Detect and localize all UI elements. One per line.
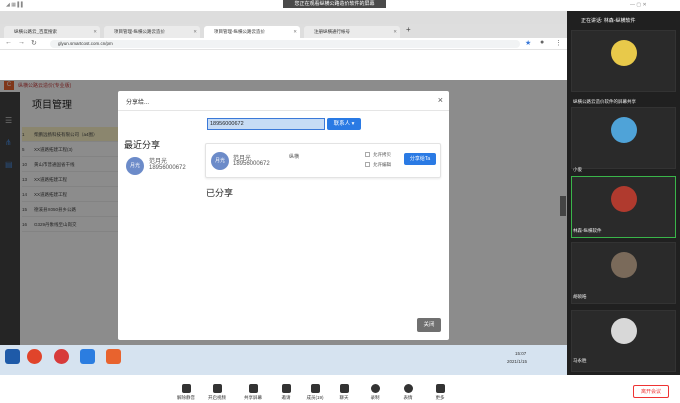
avatar[interactable]: 月光 <box>126 157 144 175</box>
allow-edit-checkbox[interactable] <box>365 162 370 167</box>
browser-tab-active[interactable]: 项目管理-纵横公路云造价 ✕ <box>204 26 300 38</box>
address-bar: ← → ↻ glyun.smartcost.com.cn/pm ★ ● ⋮ <box>0 38 567 50</box>
avatar <box>611 40 637 66</box>
chat-button[interactable]: 聊天 <box>329 384 359 401</box>
contacts-dropdown-button[interactable]: 联系人 ▾ <box>327 118 361 130</box>
dialog-title: 分享给... <box>126 100 150 106</box>
start-icon[interactable] <box>5 349 20 364</box>
close-icon[interactable]: ✕ <box>393 26 397 38</box>
tile-caption: 马永胜 <box>573 358 587 363</box>
more-icon <box>435 384 445 393</box>
new-tab-icon[interactable]: + <box>406 25 411 34</box>
members-button[interactable]: 成员(19) <box>300 384 330 401</box>
chat-icon <box>339 384 349 393</box>
close-icon[interactable]: ✕ <box>193 26 197 38</box>
contact-search-input[interactable] <box>207 118 325 130</box>
avatar <box>611 252 637 278</box>
record-icon <box>370 384 380 393</box>
members-icon <box>310 384 320 393</box>
contact-company: 纵横 <box>289 154 300 160</box>
avatar: 月光 <box>211 152 229 170</box>
camera-icon <box>212 384 222 393</box>
recent-contact-name[interactable]: 范月光 <box>149 156 167 165</box>
window-controls[interactable]: — ▢ ✕ <box>630 2 647 8</box>
url-field[interactable]: glyun.smartcost.com.cn/pm <box>50 40 520 48</box>
share-screen-button[interactable]: 共享屏幕 <box>238 384 268 401</box>
search-result-card: 月光 范月光 18956000672 纵横 允许拷贝 允许编辑 分享给Ta <box>205 143 441 178</box>
start-video-button[interactable]: 开启视频 <box>202 384 232 401</box>
screen-share-icon <box>248 384 258 393</box>
bookmark-star-icon[interactable]: ★ <box>525 39 531 47</box>
viewing-banner: 您正在观看纵横公路造价软件的屏幕 <box>283 0 386 8</box>
avatar <box>611 186 637 212</box>
close-button[interactable]: 关闭 <box>417 318 441 332</box>
tile-caption: 小俊 <box>573 167 582 172</box>
tile-caption: 纵横公路云造价软件的屏幕共享 <box>573 99 636 104</box>
allow-copy-label: 允许拷贝 <box>373 152 391 157</box>
browser-tab[interactable]: 注册纵横通行帐号 ✕ <box>304 26 400 38</box>
reload-icon[interactable]: ↻ <box>31 39 37 47</box>
browser-tab[interactable]: 项目管理-纵横公路云造价 ✕ <box>104 26 200 38</box>
record-button[interactable]: 录制 <box>360 384 390 401</box>
contact-phone: 18956000672 <box>233 161 270 167</box>
divider <box>118 110 449 111</box>
avatar <box>611 318 637 344</box>
tile-caption: 胡硕皓 <box>573 294 587 299</box>
invite-icon <box>281 384 291 393</box>
avatar <box>611 117 637 143</box>
emoji-button[interactable]: 表情 <box>393 384 423 401</box>
unmute-button[interactable]: 解除静音 <box>171 384 201 401</box>
signal-icon: ◢ ▦ ▌▌ <box>6 2 25 8</box>
speaking-indicator: 正在讲话: 林森-纵横软件 <box>581 18 636 24</box>
chrome-icon[interactable] <box>27 349 42 364</box>
invite-button[interactable]: 邀请 <box>271 384 301 401</box>
panel-collapse-handle[interactable] <box>560 196 566 216</box>
browser-tabstrip: 纵横公路云_百度搜索 ✕ 项目管理-纵横公路云造价 ✕ 项目管理-纵横公路云造价 ✕ … <box>0 24 567 38</box>
menu-icon[interactable]: ⋮ <box>555 39 562 47</box>
recent-contact-phone: 18956000672 <box>149 165 186 171</box>
allow-copy-checkbox[interactable] <box>365 152 370 157</box>
emoji-icon <box>403 384 413 393</box>
meeting-app-icon[interactable] <box>80 349 95 364</box>
leave-meeting-button[interactable]: 离开会议 <box>633 385 669 398</box>
browser-tab[interactable]: 纵横公路云_百度搜索 ✕ <box>4 26 100 38</box>
allow-edit-label: 允许编辑 <box>373 162 391 167</box>
share-to-button[interactable]: 分享给Ta <box>404 153 436 165</box>
close-icon[interactable]: ✕ <box>293 26 297 38</box>
recent-share-heading: 最近分享 <box>124 140 161 150</box>
shared-heading: 已分享 <box>206 188 234 198</box>
share-dialog: 分享给... × 联系人 ▾ 最近分享 月光 范月光 18956000672 月… <box>118 91 449 340</box>
zhongheng-app-icon[interactable] <box>106 349 121 364</box>
back-icon[interactable]: ← <box>5 39 12 46</box>
microphone-icon <box>181 384 191 393</box>
tile-caption: 林森-纵横软件 <box>573 228 602 233</box>
netease-music-icon[interactable] <box>54 349 69 364</box>
close-icon[interactable]: × <box>438 95 443 105</box>
profile-icon[interactable]: ● <box>540 39 544 46</box>
forward-icon[interactable]: → <box>18 39 25 46</box>
close-icon[interactable]: ✕ <box>93 26 97 38</box>
more-button[interactable]: 更多 <box>425 384 455 401</box>
